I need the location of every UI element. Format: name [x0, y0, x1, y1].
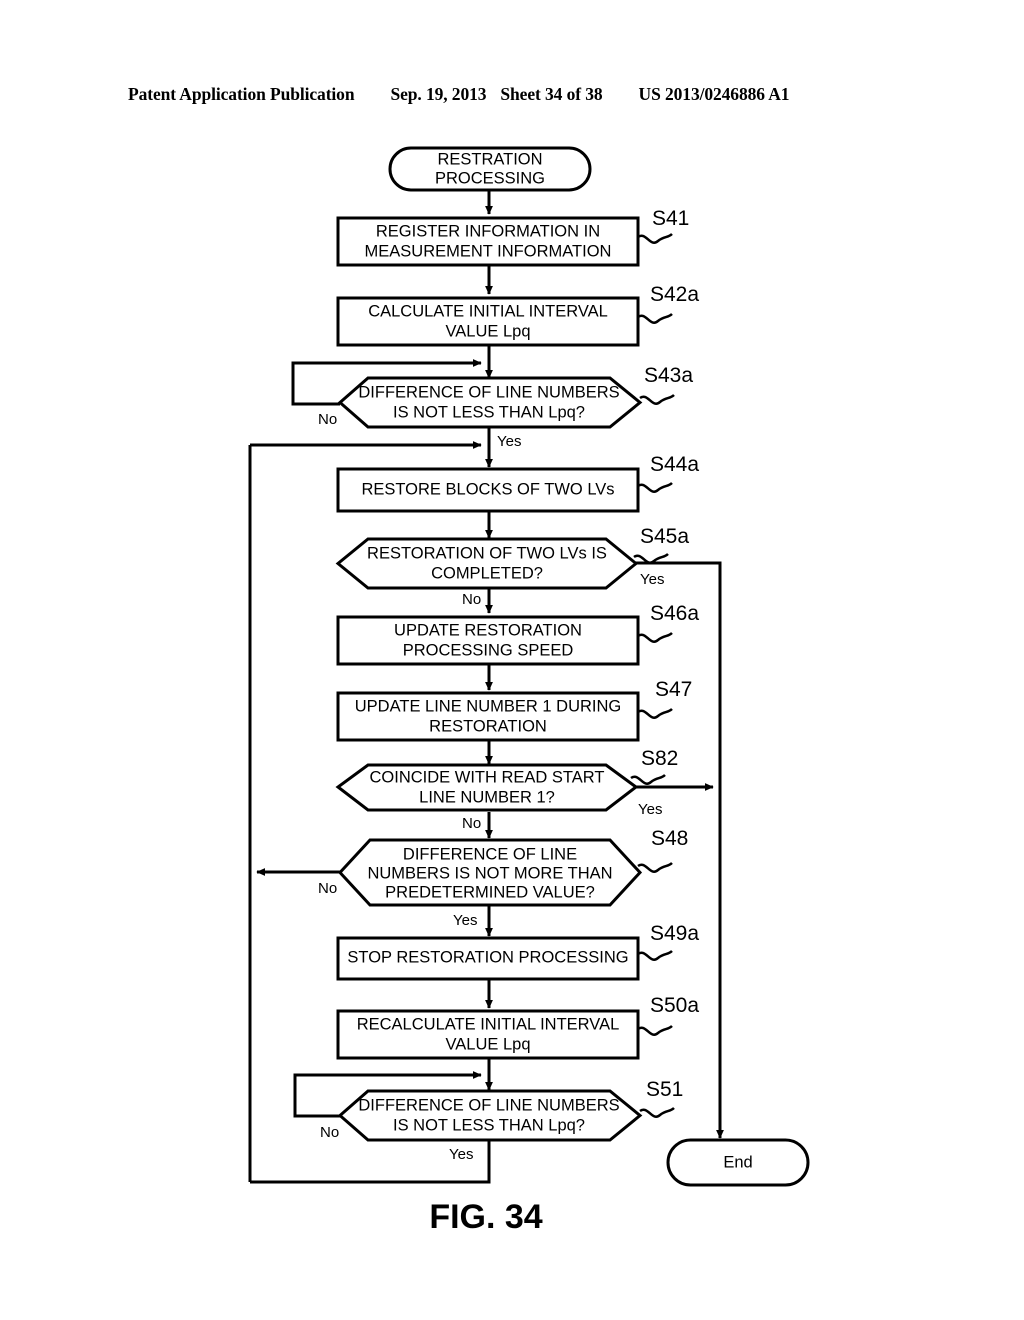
- connector-s45a-yes-to-end-rail: [636, 561, 724, 1139]
- s51-step-leader: [639, 1107, 675, 1118]
- s43a-label-line1: DIFFERENCE OF LINE NUMBERS: [358, 383, 619, 401]
- s47-step-label: S47: [655, 678, 692, 701]
- s43a-step-leader: [639, 394, 675, 405]
- s48-label-line3: PREDETERMINED VALUE?: [385, 883, 595, 901]
- node-s49a: STOP RESTORATION PROCESSING S49a: [336, 922, 699, 981]
- s42a-step-label: S42a: [650, 283, 699, 306]
- s45a-label-line1: RESTORATION OF TWO LVs IS: [367, 544, 607, 562]
- s47-step-leader: [637, 708, 673, 719]
- patent-figure-page: Patent Application Publication Sep. 19, …: [0, 0, 1024, 1320]
- s46a-step-label: S46a: [650, 602, 699, 625]
- s49a-step-leader: [637, 950, 673, 961]
- end-label: End: [723, 1153, 752, 1171]
- s51-yes-label: Yes: [449, 1146, 473, 1163]
- node-s51: DIFFERENCE OF LINE NUMBERS IS NOT LESS T…: [320, 1078, 683, 1163]
- s50a-label-line1: RECALCULATE INITIAL INTERVAL: [357, 1015, 620, 1033]
- s82-no-label: No: [462, 815, 481, 832]
- node-s47: UPDATE LINE NUMBER 1 DURING RESTORATION …: [336, 678, 692, 742]
- s41-label-line1: REGISTER INFORMATION IN: [376, 222, 600, 240]
- s42a-label-line2: VALUE Lpq: [446, 322, 531, 340]
- s47-label-line1: UPDATE LINE NUMBER 1 DURING: [355, 697, 621, 715]
- s51-no-label: No: [320, 1124, 339, 1141]
- s48-step-label: S48: [651, 827, 688, 850]
- s46a-step-leader: [637, 632, 673, 643]
- s45a-step-label: S45a: [640, 525, 689, 548]
- node-s45a: RESTORATION OF TWO LVs IS COMPLETED? S45…: [335, 525, 689, 608]
- s82-step-leader: [630, 774, 666, 785]
- s51-label-line2: IS NOT LESS THAN Lpq?: [393, 1116, 585, 1134]
- node-s48: DIFFERENCE OF LINE NUMBERS IS NOT MORE T…: [318, 827, 688, 929]
- s41-step-label: S41: [652, 207, 689, 230]
- s42a-label-line1: CALCULATE INITIAL INTERVAL: [368, 302, 608, 320]
- s82-label-line2: LINE NUMBER 1?: [419, 788, 555, 806]
- s43a-no-label: No: [318, 411, 337, 428]
- s48-label-line2: NUMBERS IS NOT MORE THAN: [367, 864, 612, 882]
- s45a-yes-label: Yes: [640, 571, 664, 588]
- s47-label-line2: RESTORATION: [429, 717, 547, 735]
- s41-step-leader: [637, 233, 673, 244]
- s48-step-leader: [637, 862, 673, 873]
- s82-step-label: S82: [641, 747, 678, 770]
- s44a-step-label: S44a: [650, 453, 699, 476]
- s45a-no-label: No: [462, 591, 481, 608]
- start-label-line2: PROCESSING: [435, 169, 545, 187]
- node-s82: COINCIDE WITH READ START LINE NUMBER 1? …: [335, 747, 678, 832]
- start-label-line1: RESTRATION: [437, 150, 542, 168]
- node-s44a: RESTORE BLOCKS OF TWO LVs S44a: [336, 453, 699, 513]
- s49a-step-label: S49a: [650, 922, 699, 945]
- s49a-label-line1: STOP RESTORATION PROCESSING: [347, 948, 628, 966]
- s44a-step-leader: [637, 482, 673, 493]
- node-s43a: DIFFERENCE OF LINE NUMBERS IS NOT LESS T…: [318, 364, 693, 450]
- node-s50a: RECALCULATE INITIAL INTERVAL VALUE Lpq S…: [336, 994, 699, 1060]
- node-s41: REGISTER INFORMATION IN MEASUREMENT INFO…: [336, 207, 689, 267]
- figure-caption: FIG. 34: [429, 1198, 542, 1236]
- s43a-step-label: S43a: [644, 364, 693, 387]
- flowchart-diagram: RESTRATION PROCESSING REGISTER INFORMATI…: [248, 146, 810, 1236]
- s50a-step-leader: [637, 1025, 673, 1036]
- s46a-label-line1: UPDATE RESTORATION: [394, 621, 582, 639]
- s43a-yes-label: Yes: [497, 433, 521, 450]
- s50a-step-label: S50a: [650, 994, 699, 1017]
- s43a-label-line2: IS NOT LESS THAN Lpq?: [393, 403, 585, 421]
- s82-yes-label: Yes: [638, 801, 662, 818]
- s46a-label-line2: PROCESSING SPEED: [403, 641, 574, 659]
- s48-yes-label: Yes: [453, 912, 477, 929]
- s51-label-line1: DIFFERENCE OF LINE NUMBERS: [358, 1096, 619, 1114]
- s48-no-label: No: [318, 880, 337, 897]
- s45a-label-line2: COMPLETED?: [431, 564, 543, 582]
- node-s42a: CALCULATE INITIAL INTERVAL VALUE Lpq S42…: [336, 283, 699, 347]
- s82-label-line1: COINCIDE WITH READ START: [370, 768, 605, 786]
- s41-label-line2: MEASUREMENT INFORMATION: [365, 242, 612, 260]
- node-s46a: UPDATE RESTORATION PROCESSING SPEED S46a: [336, 602, 699, 666]
- s51-step-label: S51: [646, 1078, 683, 1101]
- s48-label-line1: DIFFERENCE OF LINE: [403, 845, 577, 863]
- s42a-step-leader: [637, 313, 673, 324]
- s44a-label-line1: RESTORE BLOCKS OF TWO LVs: [361, 480, 614, 498]
- node-start: RESTRATION PROCESSING: [388, 146, 592, 192]
- s45a-step-leader: [633, 553, 669, 564]
- node-end: End: [666, 1138, 810, 1187]
- s50a-label-line2: VALUE Lpq: [446, 1035, 531, 1053]
